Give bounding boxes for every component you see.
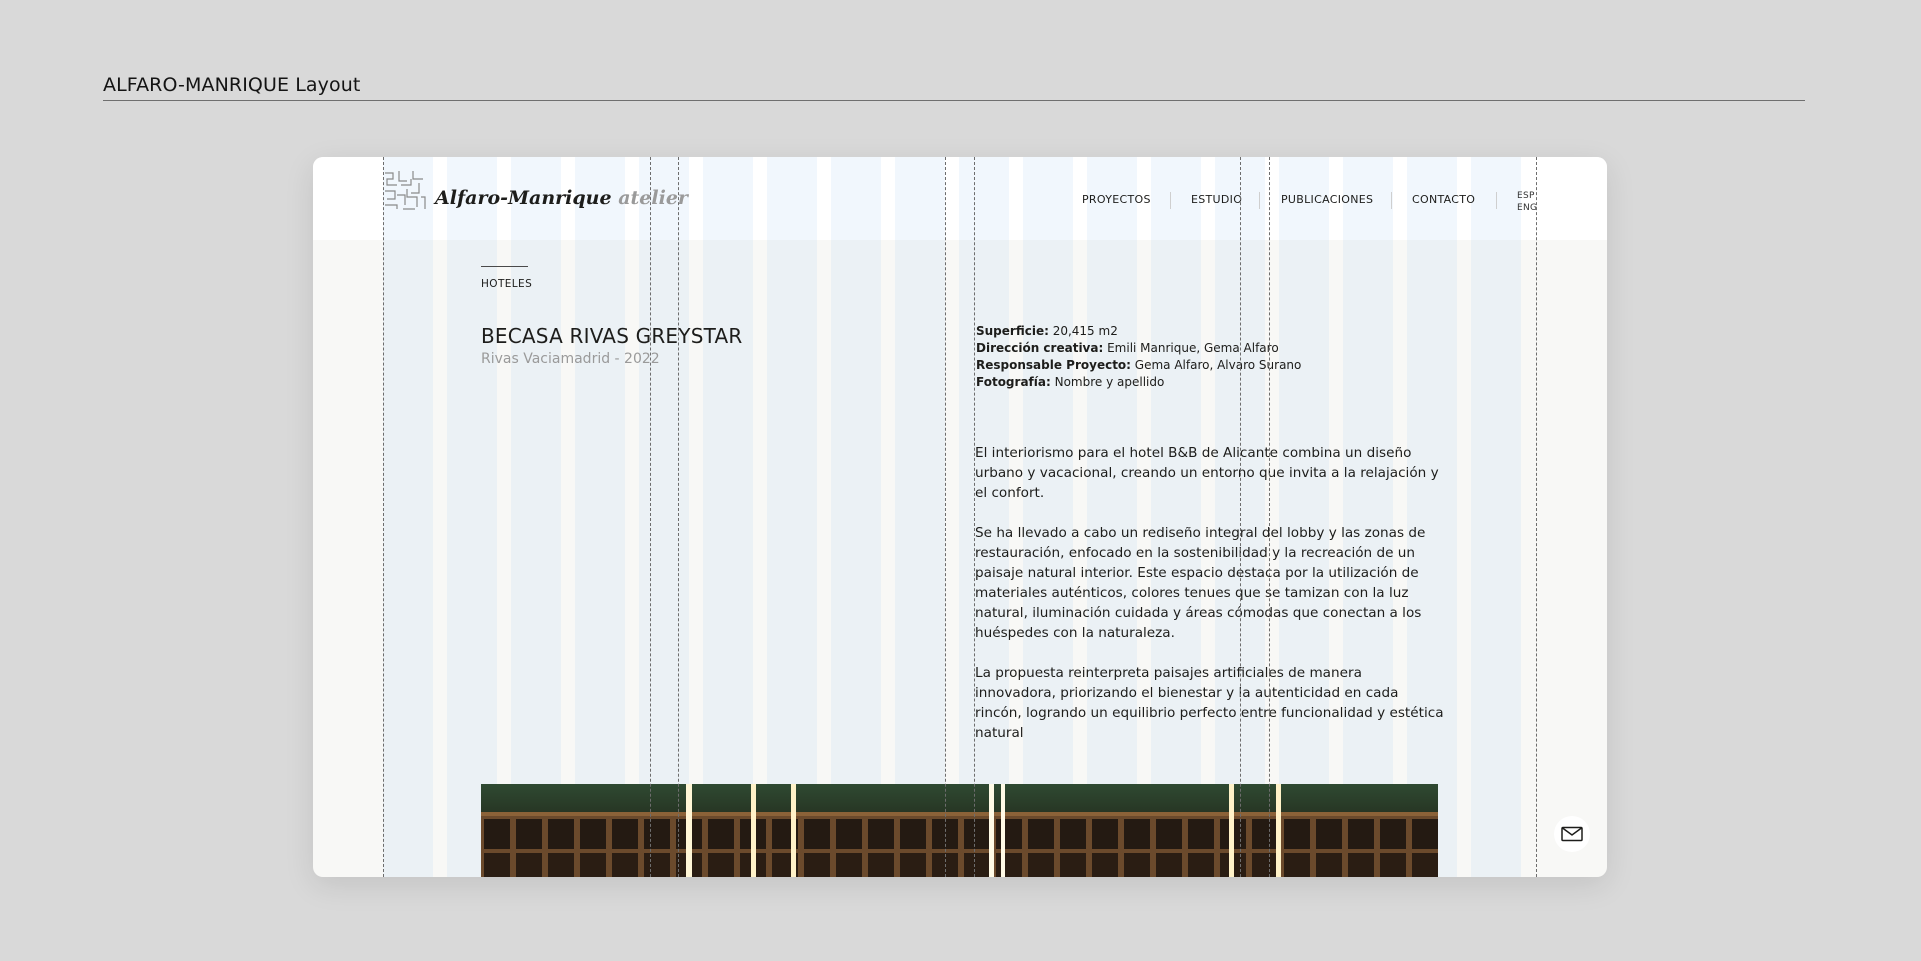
mail-button[interactable] [1554, 816, 1590, 852]
spec-row: Responsable Proyecto: Gema Alfaro, Alvar… [976, 357, 1301, 374]
spec-label: Dirección creativa: [976, 341, 1104, 355]
nav-estudio[interactable]: ESTUDIO [1191, 193, 1242, 206]
logo-accent: atelier [618, 187, 688, 209]
frame-title: ALFARO-MANRIQUE Layout [103, 74, 361, 96]
layout-guide [678, 157, 679, 877]
logo-wordmark[interactable]: Alfaro-Manrique atelier [435, 187, 688, 209]
spec-value: Gema Alfaro, Alvaro Surano [1130, 358, 1302, 372]
grid-column [831, 157, 881, 877]
grid-column [447, 157, 497, 877]
lang-esp[interactable]: ESP [1517, 191, 1535, 201]
layout-guide [945, 157, 946, 877]
spec-value: 20,415 m2 [1048, 324, 1118, 338]
project-photo [481, 784, 1438, 877]
description-paragraph: Se ha llevado a cabo un rediseño integra… [975, 525, 1426, 641]
grid-column [511, 157, 561, 877]
nav-separator [1170, 192, 1171, 209]
logo-main: Alfaro-Manrique [435, 187, 612, 209]
grid-column [1471, 157, 1521, 877]
envelope-icon [1561, 826, 1583, 842]
spec-row: Superficie: 20,415 m2 [976, 323, 1301, 340]
nav-separator [1259, 192, 1260, 209]
grid-column [767, 157, 817, 877]
nav-proyectos[interactable]: PROYECTOS [1082, 193, 1151, 206]
project-category[interactable]: HOTELES [481, 278, 532, 290]
grid-column [703, 157, 753, 877]
grid-column [639, 157, 689, 877]
spec-label: Superficie: [976, 324, 1049, 338]
layout-guide [650, 157, 651, 877]
description-paragraph: El interiorismo para el hotel B&B de Ali… [975, 445, 1439, 501]
lang-eng[interactable]: ENG [1517, 203, 1537, 213]
spec-label: Fotografía: [976, 375, 1051, 389]
layout-guide [383, 157, 384, 877]
grid-column [575, 157, 625, 877]
project-subtitle: Rivas Vaciamadrid - 2022 [481, 351, 660, 367]
artboard: Alfaro-Manrique atelier PROYECTOS ESTUDI… [313, 157, 1607, 877]
project-title: BECASA RIVAS GREYSTAR [481, 324, 743, 348]
frame-rule [103, 100, 1805, 101]
spec-row: Dirección creativa: Emili Manrique, Gema… [976, 340, 1301, 357]
nav-separator [1496, 192, 1497, 209]
project-specs: Superficie: 20,415 m2 Dirección creativa… [976, 323, 1301, 391]
spec-value: Nombre y apellido [1050, 375, 1165, 389]
nav-contacto[interactable]: CONTACTO [1412, 193, 1475, 206]
description-paragraph: La propuesta reinterpreta paisajes artif… [975, 665, 1444, 741]
grid-column [895, 157, 945, 877]
category-rule [481, 266, 528, 267]
nav-separator [1391, 192, 1392, 209]
spec-label: Responsable Proyecto: [976, 358, 1131, 372]
logo-mark-icon[interactable] [383, 167, 427, 212]
nav-publicaciones[interactable]: PUBLICACIONES [1281, 193, 1373, 206]
spec-value: Emili Manrique, Gema Alfaro [1103, 341, 1279, 355]
layout-guide [1536, 157, 1537, 877]
spec-row: Fotografía: Nombre y apellido [976, 374, 1301, 391]
grid-column [383, 157, 433, 877]
project-description: El interiorismo para el hotel B&B de Ali… [975, 443, 1445, 763]
